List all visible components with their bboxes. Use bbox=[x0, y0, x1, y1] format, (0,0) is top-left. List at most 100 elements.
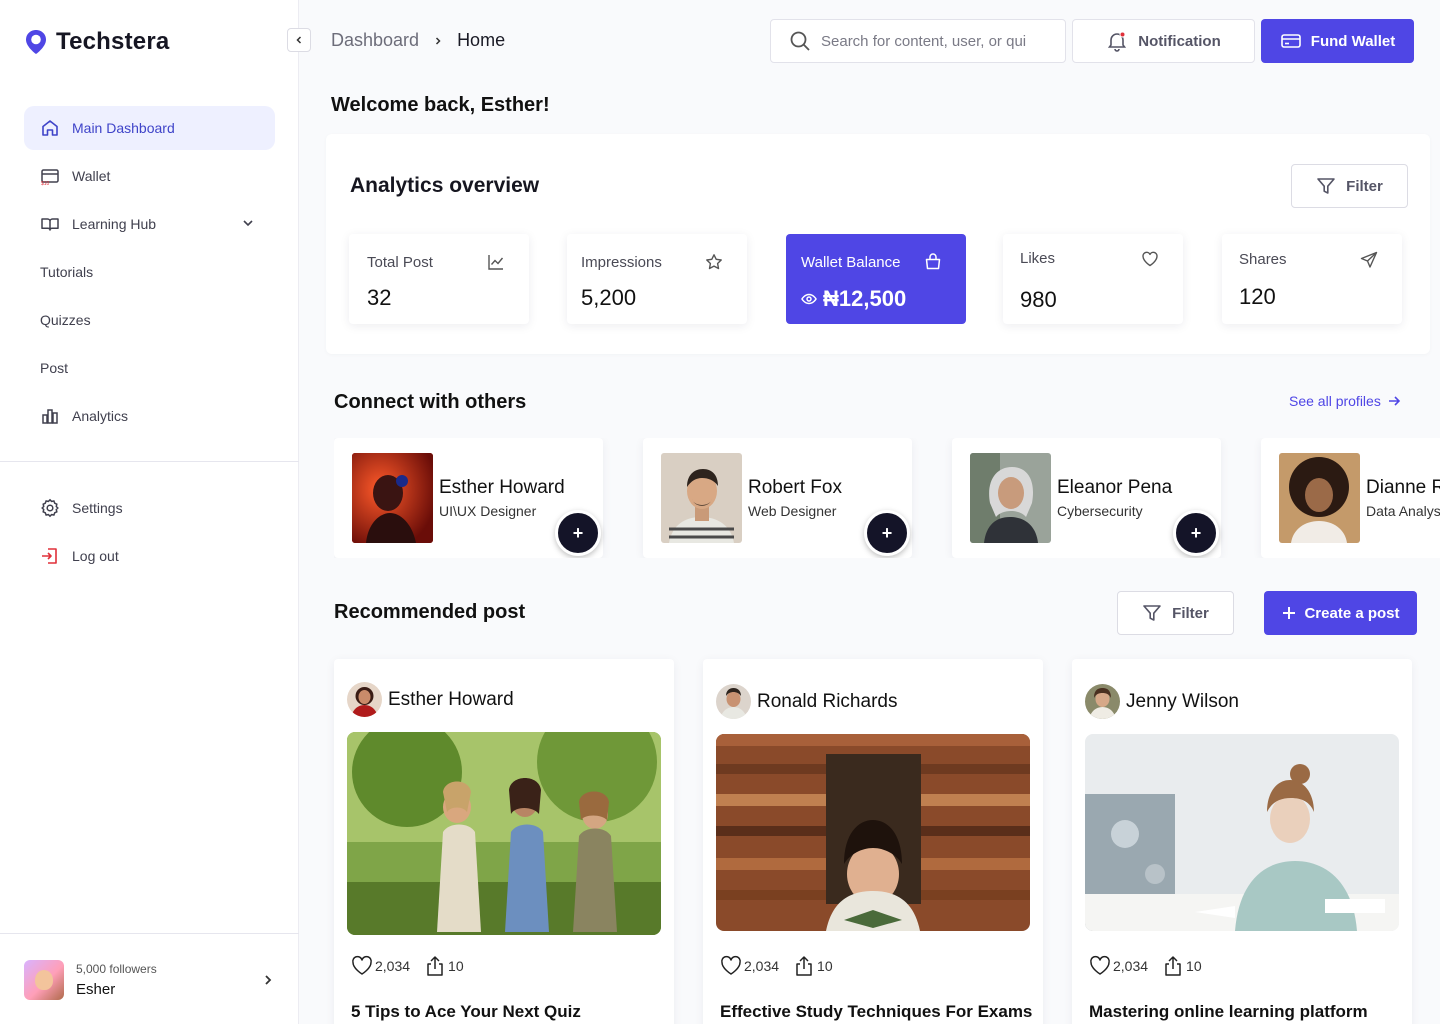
stat-value: ₦12,500 bbox=[823, 286, 907, 311]
post-card[interactable]: Jenny Wilson 2,034 10 Mastering online l… bbox=[1072, 659, 1412, 1024]
sidebar-item-label: Analytics bbox=[72, 408, 129, 424]
share-button[interactable]: 10 bbox=[424, 955, 464, 977]
arrow-right-icon bbox=[1388, 396, 1400, 406]
post-title[interactable]: Effective Study Techniques For Exams bbox=[720, 1002, 1032, 1022]
fund-wallet-button[interactable]: Fund Wallet bbox=[1261, 19, 1414, 63]
add-connection-button[interactable]: + bbox=[555, 510, 601, 556]
add-connection-button[interactable]: + bbox=[1173, 510, 1219, 556]
profile-role: Cybersecurity bbox=[1057, 503, 1143, 519]
stat-card-likes[interactable]: Likes 980 bbox=[1003, 234, 1183, 324]
add-label: + bbox=[572, 522, 584, 543]
sidebar-item-quizzes[interactable]: Quizzes bbox=[24, 298, 275, 342]
sidebar-item-learning-hub[interactable]: Learning Hub bbox=[24, 202, 275, 246]
bar-chart-icon bbox=[42, 409, 58, 424]
share-icon bbox=[1165, 956, 1181, 976]
like-button[interactable]: 2,034 bbox=[720, 955, 779, 977]
profile-card[interactable]: Eleanor Pena Cybersecurity + bbox=[952, 438, 1221, 558]
profile-name: Eleanor Pena bbox=[1057, 477, 1173, 498]
profile-photo bbox=[352, 453, 433, 543]
heart-icon bbox=[1142, 251, 1158, 267]
chevron-right-icon bbox=[436, 36, 441, 45]
send-icon bbox=[1360, 251, 1378, 268]
chevron-right-icon[interactable] bbox=[261, 973, 275, 987]
sidebar-item-analytics[interactable]: Analytics bbox=[24, 394, 275, 438]
sidebar-item-logout[interactable]: Log out bbox=[24, 534, 275, 578]
post-image[interactable] bbox=[1085, 734, 1399, 931]
fund-wallet-label: Fund Wallet bbox=[1310, 32, 1396, 50]
post-author[interactable]: Jenny Wilson bbox=[1085, 684, 1239, 719]
posts-filter-button[interactable]: Filter bbox=[1117, 591, 1234, 635]
chevron-left-icon bbox=[296, 36, 302, 44]
see-all-profiles-link[interactable]: See all profiles bbox=[1289, 393, 1401, 409]
post-image[interactable] bbox=[347, 732, 661, 935]
eye-icon[interactable] bbox=[801, 291, 817, 307]
sidebar-item-label: Quizzes bbox=[40, 312, 91, 328]
sidebar-divider bbox=[0, 933, 299, 934]
sidebar-item-settings[interactable]: Settings bbox=[24, 486, 275, 530]
post-author[interactable]: Esther Howard bbox=[347, 682, 514, 717]
share-button[interactable]: 10 bbox=[793, 955, 833, 977]
gear-icon bbox=[41, 498, 59, 518]
share-icon bbox=[427, 956, 443, 976]
connect-title: Connect with others bbox=[334, 391, 527, 413]
profile-card[interactable]: Esther Howard UI\UX Designer + bbox=[334, 438, 603, 558]
like-button[interactable]: 2,034 bbox=[351, 955, 410, 977]
logo[interactable]: Techstera bbox=[24, 28, 169, 56]
trend-chart-icon bbox=[488, 255, 504, 270]
home-icon bbox=[42, 120, 58, 136]
post-author[interactable]: Ronald Richards bbox=[716, 684, 897, 719]
like-button[interactable]: 2,034 bbox=[1089, 955, 1148, 977]
filter-icon bbox=[1143, 605, 1161, 621]
chevron-down-icon[interactable] bbox=[241, 216, 255, 230]
breadcrumb-parent[interactable]: Dashboard bbox=[331, 30, 419, 51]
stat-card-total-post[interactable]: Total Post 32 bbox=[349, 234, 529, 324]
profile-name: Robert Fox bbox=[748, 477, 842, 498]
search-input[interactable] bbox=[821, 32, 1051, 50]
add-label: + bbox=[1190, 522, 1202, 543]
like-count: 2,034 bbox=[744, 958, 780, 974]
stat-card-impressions[interactable]: Impressions 5,200 bbox=[567, 234, 747, 324]
filter-label: Filter bbox=[1172, 604, 1209, 622]
location-pin-icon bbox=[26, 30, 46, 54]
notification-button[interactable]: Notification bbox=[1072, 19, 1255, 63]
avatar bbox=[24, 960, 64, 1000]
followers-count: 5,000 followers bbox=[76, 962, 157, 976]
profile-card[interactable]: Dianne Russell Data Analyst + bbox=[1261, 438, 1440, 558]
like-count: 2,034 bbox=[375, 958, 411, 974]
app-name: Techstera bbox=[56, 28, 170, 55]
user-profile[interactable]: 5,000 followers Esher bbox=[24, 958, 275, 1002]
post-stats: 2,034 10 bbox=[720, 955, 833, 977]
profile-name: Dianne Russell bbox=[1366, 477, 1440, 498]
share-count: 10 bbox=[448, 958, 464, 974]
logout-icon bbox=[42, 548, 57, 564]
sidebar-item-main-dashboard[interactable]: Main Dashboard bbox=[24, 106, 275, 150]
sidebar-item-label: Wallet bbox=[72, 168, 111, 184]
recommended-title: Recommended post bbox=[334, 601, 526, 623]
profiles-carousel: Esther Howard UI\UX Designer + Robert Fo… bbox=[334, 438, 1440, 558]
sidebar-item-wallet[interactable]: $10 Wallet bbox=[24, 154, 275, 198]
post-image[interactable] bbox=[716, 734, 1030, 931]
stat-value: 32 bbox=[367, 285, 392, 310]
stat-value: 5,200 bbox=[581, 285, 637, 310]
add-label: + bbox=[881, 522, 893, 543]
post-card[interactable]: Esther Howard 2,034 10 5 Tips to Ace You… bbox=[334, 659, 674, 1024]
stat-card-shares[interactable]: Shares 120 bbox=[1222, 234, 1402, 324]
share-button[interactable]: 10 bbox=[1162, 955, 1202, 977]
sidebar-item-tutorials[interactable]: Tutorials bbox=[24, 250, 275, 294]
heart-icon bbox=[352, 955, 372, 975]
collapse-sidebar-button[interactable] bbox=[287, 28, 311, 52]
create-post-button[interactable]: Create a post bbox=[1264, 591, 1417, 635]
stat-value: 980 bbox=[1020, 287, 1057, 312]
stat-card-wallet-balance[interactable]: Wallet Balance ₦12,500 bbox=[786, 234, 966, 324]
plus-icon bbox=[1283, 607, 1296, 619]
post-title[interactable]: 5 Tips to Ace Your Next Quiz bbox=[351, 1002, 581, 1022]
stat-label: Total Post bbox=[367, 254, 433, 271]
post-title[interactable]: Mastering online learning platform bbox=[1089, 1002, 1368, 1022]
profile-photo bbox=[1279, 453, 1360, 543]
analytics-filter-button[interactable]: Filter bbox=[1291, 164, 1408, 208]
search-bar[interactable] bbox=[770, 19, 1066, 63]
profile-card[interactable]: Robert Fox Web Designer + bbox=[643, 438, 912, 558]
post-card[interactable]: Ronald Richards 2,034 10 Effective Study… bbox=[703, 659, 1043, 1024]
sidebar-item-post[interactable]: Post bbox=[24, 346, 275, 390]
add-connection-button[interactable]: + bbox=[864, 510, 910, 556]
